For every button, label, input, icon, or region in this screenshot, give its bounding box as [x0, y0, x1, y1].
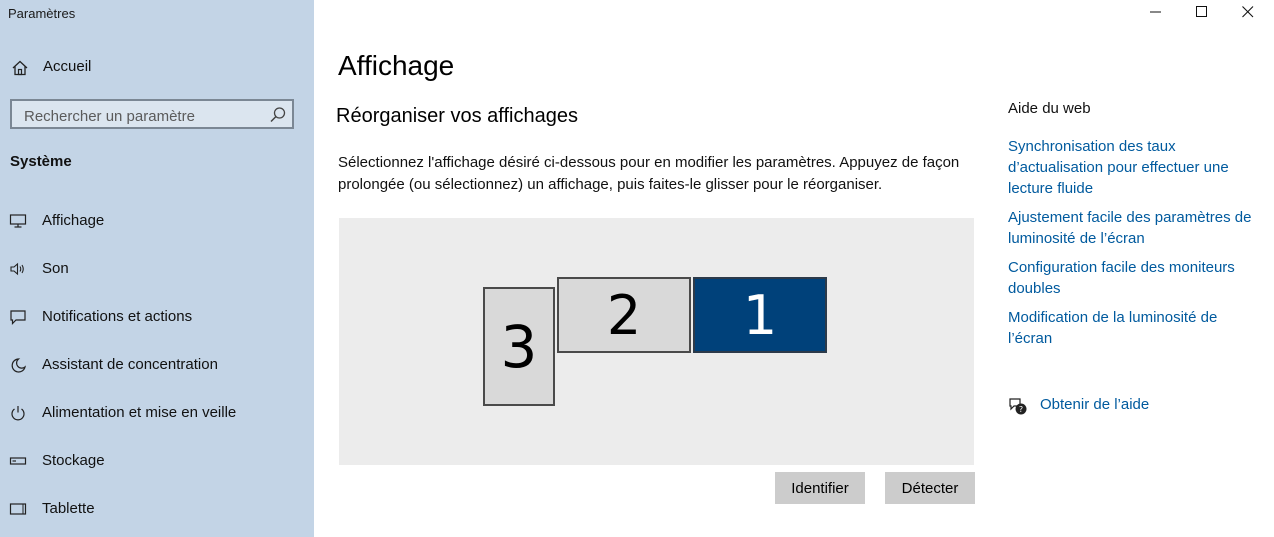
minimize-icon — [1150, 11, 1161, 13]
section-heading: Réorganiser vos affichages — [336, 105, 578, 127]
close-button[interactable] — [1226, 0, 1270, 24]
sidebar-item-alimentation[interactable]: Alimentation et mise en veille — [0, 389, 314, 437]
sidebar-item-son[interactable]: Son — [0, 245, 314, 293]
close-icon — [1242, 6, 1254, 18]
help-title: Aide du web — [1008, 100, 1091, 117]
home-icon — [12, 60, 28, 76]
sidebar-item-label: Notifications et actions — [42, 308, 193, 325]
help-link[interactable]: Synchronisation des taux d’actualisation… — [1008, 136, 1258, 199]
display-tile-3[interactable]: 3 — [483, 287, 555, 406]
chat-help-icon: ? — [1009, 398, 1027, 415]
monitor-icon — [9, 214, 27, 228]
search-input[interactable] — [22, 105, 266, 127]
sidebar-item-label: Stockage — [42, 452, 105, 469]
sidebar-item-tablette[interactable]: Tablette — [0, 485, 314, 533]
identify-button[interactable]: Identifier — [775, 472, 865, 504]
sidebar-nav: Affichage Son Notifications et actions A… — [0, 197, 314, 533]
app-title: Paramètres — [8, 6, 76, 21]
svg-text:?: ? — [1019, 405, 1023, 414]
sidebar-item-concentration[interactable]: Assistant de concentration — [0, 341, 314, 389]
speaker-icon — [10, 262, 24, 276]
home-nav-item[interactable]: Accueil — [0, 50, 314, 86]
maximize-icon — [1196, 6, 1207, 17]
sidebar-item-label: Alimentation et mise en veille — [42, 404, 237, 421]
detect-button[interactable]: Détecter — [885, 472, 975, 504]
maximize-button[interactable] — [1180, 0, 1224, 24]
help-links: Synchronisation des taux d’actualisation… — [1008, 136, 1258, 357]
page-title: Affichage — [338, 50, 455, 81]
home-label: Accueil — [43, 58, 92, 75]
help-link[interactable]: Ajustement facile des paramètres de lumi… — [1008, 207, 1258, 249]
display-arrangement-area[interactable]: 3 2 1 — [339, 218, 974, 465]
sidebar-item-label: Tablette — [42, 500, 95, 517]
moon-icon — [11, 358, 26, 373]
sidebar-item-stockage[interactable]: Stockage — [0, 437, 314, 485]
sidebar-item-affichage[interactable]: Affichage — [0, 197, 314, 245]
notification-icon — [10, 310, 26, 325]
search-icon[interactable] — [269, 106, 287, 124]
help-link[interactable]: Modification de la luminosité de l’écran — [1008, 307, 1258, 349]
power-icon — [11, 406, 25, 421]
minimize-button[interactable] — [1134, 0, 1178, 24]
get-help-label: Obtenir de l’aide — [1040, 396, 1150, 413]
sidebar: Paramètres Accueil Système — [0, 0, 314, 537]
display-tile-1[interactable]: 1 — [693, 277, 827, 353]
sidebar-item-label: Affichage — [42, 212, 105, 229]
storage-icon — [9, 457, 27, 465]
sidebar-item-label: Assistant de concentration — [42, 356, 218, 373]
section-title: Système — [10, 153, 72, 170]
display-tile-2[interactable]: 2 — [557, 277, 691, 353]
help-link[interactable]: Configuration facile des moniteurs doubl… — [1008, 257, 1258, 299]
description-text: Sélectionnez l'affichage désiré ci-desso… — [338, 154, 960, 193]
main-content: Affichage Réorganiser vos affichages Sél… — [314, 0, 1274, 537]
settings-window: Paramètres Accueil Système — [0, 0, 1274, 537]
sidebar-item-notifications[interactable]: Notifications et actions — [0, 293, 314, 341]
search-box[interactable] — [10, 99, 294, 129]
tablet-icon — [9, 503, 27, 515]
sidebar-item-label: Son — [42, 260, 69, 277]
